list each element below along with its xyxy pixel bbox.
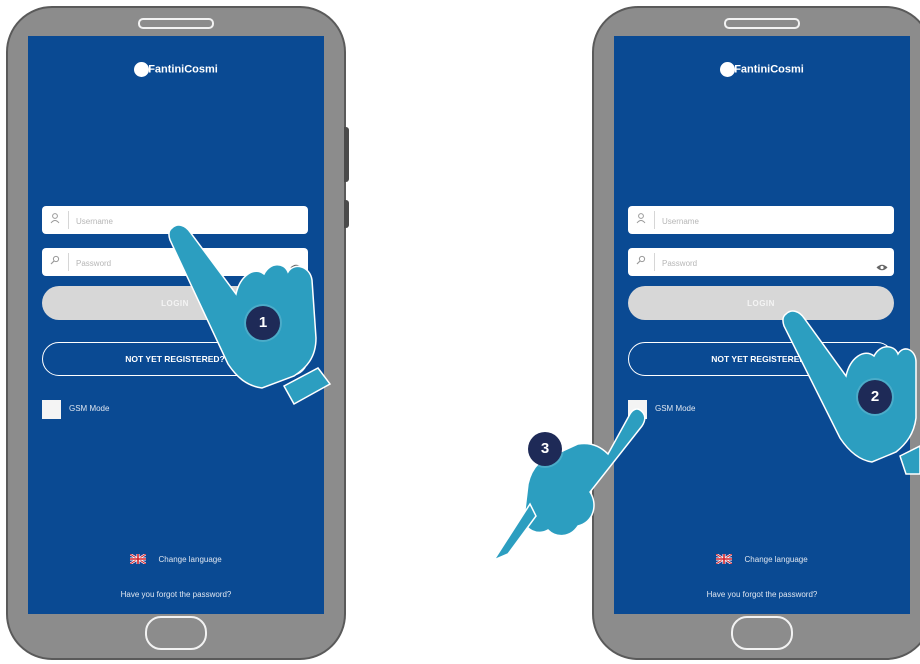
pointing-hand-icon [782, 310, 920, 475]
brand-logo: FantiniCosmi [28, 62, 324, 77]
forgot-password-link[interactable]: Have you forgot the password? [614, 590, 910, 599]
username-field[interactable] [628, 206, 894, 234]
username-input[interactable] [660, 210, 874, 232]
field-separator [68, 253, 69, 271]
user-icon [49, 212, 63, 226]
field-separator [654, 253, 655, 271]
field-separator [68, 211, 69, 229]
step-badge: 2 [858, 380, 892, 414]
field-separator [654, 211, 655, 229]
forgot-password-link[interactable]: Have you forgot the password? [28, 590, 324, 599]
uk-flag-icon [129, 552, 147, 566]
change-language-link[interactable]: Change language [28, 552, 324, 566]
home-button[interactable] [145, 616, 207, 650]
user-icon [635, 212, 649, 226]
brand-logo: FantiniCosmi [614, 62, 910, 77]
phone-speaker [724, 18, 800, 29]
gsm-mode-label: GSM Mode [655, 404, 696, 413]
lock-icon [635, 254, 649, 268]
step-badge: 3 [528, 432, 562, 466]
logo-mark-icon [134, 62, 150, 77]
change-language-label: Change language [158, 555, 222, 565]
phone-speaker [138, 18, 214, 29]
lock-icon [49, 254, 63, 268]
pointing-hand-icon [492, 408, 646, 562]
gsm-mode-label: GSM Mode [69, 404, 110, 413]
change-language-label: Change language [744, 555, 808, 565]
change-language-link[interactable]: Change language [614, 552, 910, 566]
password-field[interactable] [628, 248, 894, 276]
home-button[interactable] [731, 616, 793, 650]
uk-flag-icon [715, 552, 733, 566]
step-badge: 1 [246, 306, 280, 340]
phone-side-button [344, 127, 349, 182]
eye-icon[interactable] [876, 257, 888, 271]
gsm-checkbox[interactable] [42, 400, 61, 419]
phone-side-button [344, 200, 349, 228]
password-input[interactable] [660, 252, 874, 274]
logo-mark-icon [720, 62, 736, 77]
